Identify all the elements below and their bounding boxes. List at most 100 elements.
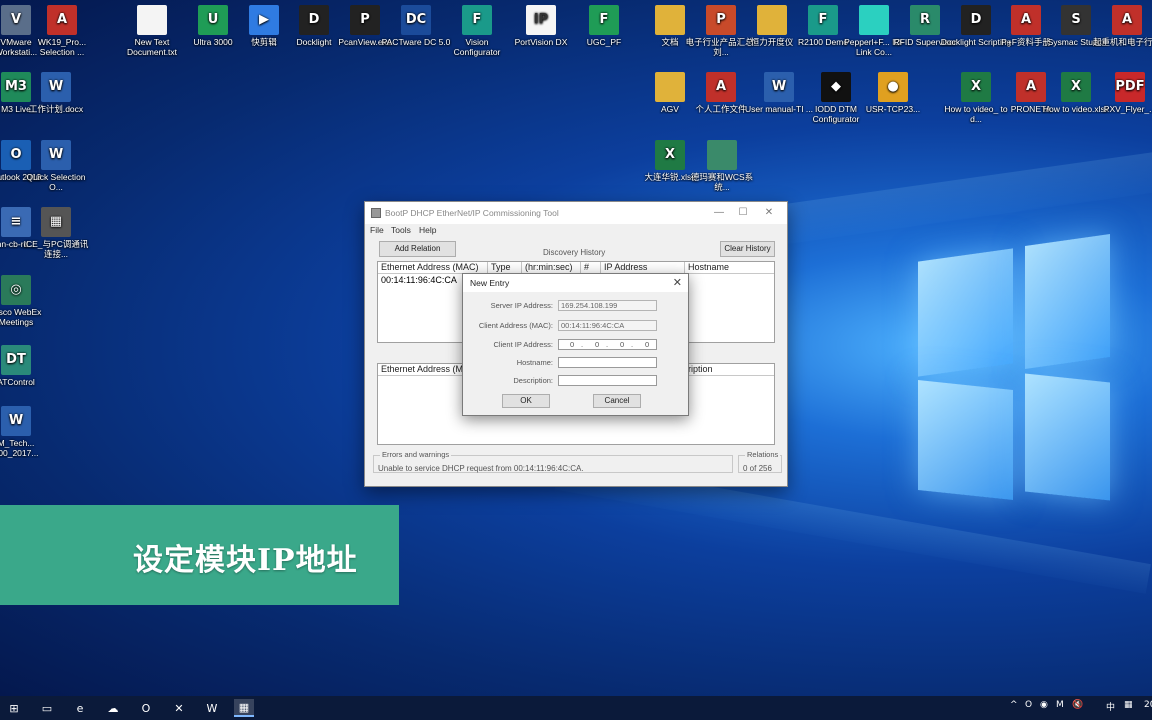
tray-mcafee-icon[interactable]: M [1056, 700, 1064, 710]
desktop-icon-label: ATControl [0, 377, 35, 387]
menu-file[interactable]: File [370, 225, 384, 235]
desktop-icon[interactable]: F UGC_PF [568, 5, 640, 47]
app-icon: X [961, 72, 991, 102]
desktop-icon[interactable]: PDF PXV_Flyer_... [1094, 72, 1152, 114]
desktop-icon-label: 起重机和电子行业 [1092, 37, 1152, 47]
word-icon[interactable]: W [202, 699, 222, 717]
errors-caption: Errors and warnings [380, 450, 452, 459]
new-entry-dialog[interactable]: New Entry ✕ Server IP Address: 169.254.1… [462, 273, 689, 416]
ip-octet-2[interactable]: 0 [595, 340, 599, 350]
xmind-icon[interactable]: ✕ [169, 699, 189, 717]
clock[interactable]: 20 [1144, 700, 1152, 710]
app-icon: D [299, 5, 329, 35]
desktop-icon[interactable]: ▦ ICE_与PC调通讯连接... [20, 207, 92, 259]
menu-help[interactable]: Help [419, 225, 436, 235]
caption-text: 设定模块IP地址 [133, 543, 358, 578]
add-relation-button[interactable]: Add Relation [379, 241, 456, 257]
hostname-field[interactable] [558, 357, 657, 368]
app-icon: D [961, 5, 991, 35]
edge-icon[interactable]: e [70, 699, 90, 717]
client-ip-field[interactable]: 0 . 0 . 0 . 0 [558, 339, 657, 350]
discovery-history-label: Discovery History [543, 248, 606, 257]
app-icon: R [910, 5, 940, 35]
app-icon: DT [1, 345, 31, 375]
app-icon [859, 5, 889, 35]
server-ip-label: Server IP Address: [490, 301, 553, 310]
desktop-icon-label: 德玛赛和WCS系统... [690, 172, 754, 192]
col-ip[interactable]: IP Address [601, 262, 685, 273]
clear-history-button[interactable]: Clear History [720, 241, 775, 257]
ip-octet-3[interactable]: 0 [620, 340, 624, 350]
col-time[interactable]: (hr:min:sec) [522, 262, 581, 273]
cancel-button[interactable]: Cancel [593, 394, 641, 408]
desktop-icon[interactable]: F Vision Configurator [441, 5, 513, 57]
table-row[interactable]: 00:14:11:96:4C:CA [381, 275, 457, 285]
server-ip-field: 169.254.108.199 [558, 300, 657, 311]
menu-bar: File Tools Help [365, 224, 787, 238]
volume-icon[interactable]: 🔇 [1072, 700, 1083, 710]
close-icon[interactable]: ✕ [759, 206, 779, 220]
app-icon: IP [526, 5, 556, 35]
desktop-icon-label: Vision Configurator [453, 37, 501, 57]
desktop-icon[interactable]: 德玛赛和WCS系统... [686, 140, 758, 192]
desktop-icon[interactable]: A 起重机和电子行业 [1091, 5, 1152, 47]
desktop-icon[interactable]: W Quick Selection O... [20, 140, 92, 192]
col-count[interactable]: # [581, 262, 601, 273]
caption-banner: 设定模块IP地址 [0, 505, 399, 605]
desktop-icon[interactable]: W 工作计划.docx [20, 72, 92, 114]
dialog-title: New Entry [470, 278, 510, 288]
app-icon: X [655, 140, 685, 170]
col-type[interactable]: Type [488, 262, 522, 273]
app-icon: F [589, 5, 619, 35]
app-icon: A [1011, 5, 1041, 35]
col-hostname[interactable]: Hostname [685, 262, 776, 273]
task-view-icon[interactable]: ⊞ [4, 699, 24, 717]
window-titlebar[interactable]: BootP DHCP EtherNet/IP Commissioning Too… [365, 202, 787, 224]
ip-octet-4[interactable]: 0 [645, 340, 649, 350]
bootp-tool-icon[interactable]: ▦ [234, 699, 254, 717]
desktop-icon[interactable]: ◎Cisco WebEx Meetings [0, 275, 52, 327]
app-icon: PDF [1115, 72, 1145, 102]
description-field[interactable] [558, 375, 657, 386]
minimize-icon[interactable]: — [709, 206, 729, 220]
app-icon: X [1061, 72, 1091, 102]
app-icon: W [41, 140, 71, 170]
app-icon [707, 140, 737, 170]
ok-button[interactable]: OK [502, 394, 550, 408]
tray-record-icon[interactable]: ◉ [1040, 700, 1048, 710]
desktop-icon[interactable]: DT ATControl [0, 345, 52, 387]
app-icon: W [764, 72, 794, 102]
tray-outlook-icon[interactable]: O [1025, 700, 1032, 710]
app-icon: P [350, 5, 380, 35]
app-icon: W [41, 72, 71, 102]
desktop-icon-label: ICE_与PC调通讯连接... [23, 239, 89, 259]
ip-octet-1[interactable]: 0 [570, 340, 574, 350]
close-icon[interactable]: ✕ [673, 276, 682, 289]
tray-chevron-icon[interactable]: ^ [1010, 700, 1018, 710]
col-description[interactable]: ription [685, 364, 776, 375]
ime-indicator[interactable]: 中 [1106, 700, 1115, 713]
maximize-icon[interactable]: ☐ [733, 206, 753, 220]
dialog-titlebar[interactable]: New Entry ✕ [463, 274, 688, 292]
desktop-icon[interactable]: WM_Tech... 300_2017... [0, 406, 52, 458]
client-mac-field: 00:14:11:96:4C:CA [558, 320, 657, 331]
app-icon [757, 5, 787, 35]
desktop-icon-label: USR-TCP23... [865, 104, 921, 114]
errors-groupbox: Errors and warnings Unable to service DH… [373, 450, 733, 473]
menu-tools[interactable]: Tools [391, 225, 411, 235]
desktop-icon[interactable]: IP PortVision DX [505, 5, 577, 47]
desktop-icon-label: Cisco WebEx Meetings [0, 307, 42, 327]
app-icon: DC [401, 5, 431, 35]
desktop-icon-label: WK19_Pro... Selection ... [37, 37, 87, 57]
outlook-icon[interactable]: O [136, 699, 156, 717]
col-mac[interactable]: Ethernet Address (MAC) [378, 262, 488, 273]
desktop-icon[interactable]: A WK19_Pro... Selection ... [26, 5, 98, 57]
hostname-label: Hostname: [516, 358, 553, 367]
desktop-icon-label: Quick Selection O... [26, 172, 86, 192]
app-icon [655, 5, 685, 35]
chat-icon[interactable]: ☁ [103, 699, 123, 717]
desktop-icon[interactable]: ● USR-TCP23... [857, 72, 929, 114]
client-mac-label: Client Address (MAC): [478, 321, 553, 330]
ime-mode-icon[interactable]: ▦ [1124, 700, 1133, 710]
file-explorer-icon[interactable]: ▭ [37, 699, 57, 717]
